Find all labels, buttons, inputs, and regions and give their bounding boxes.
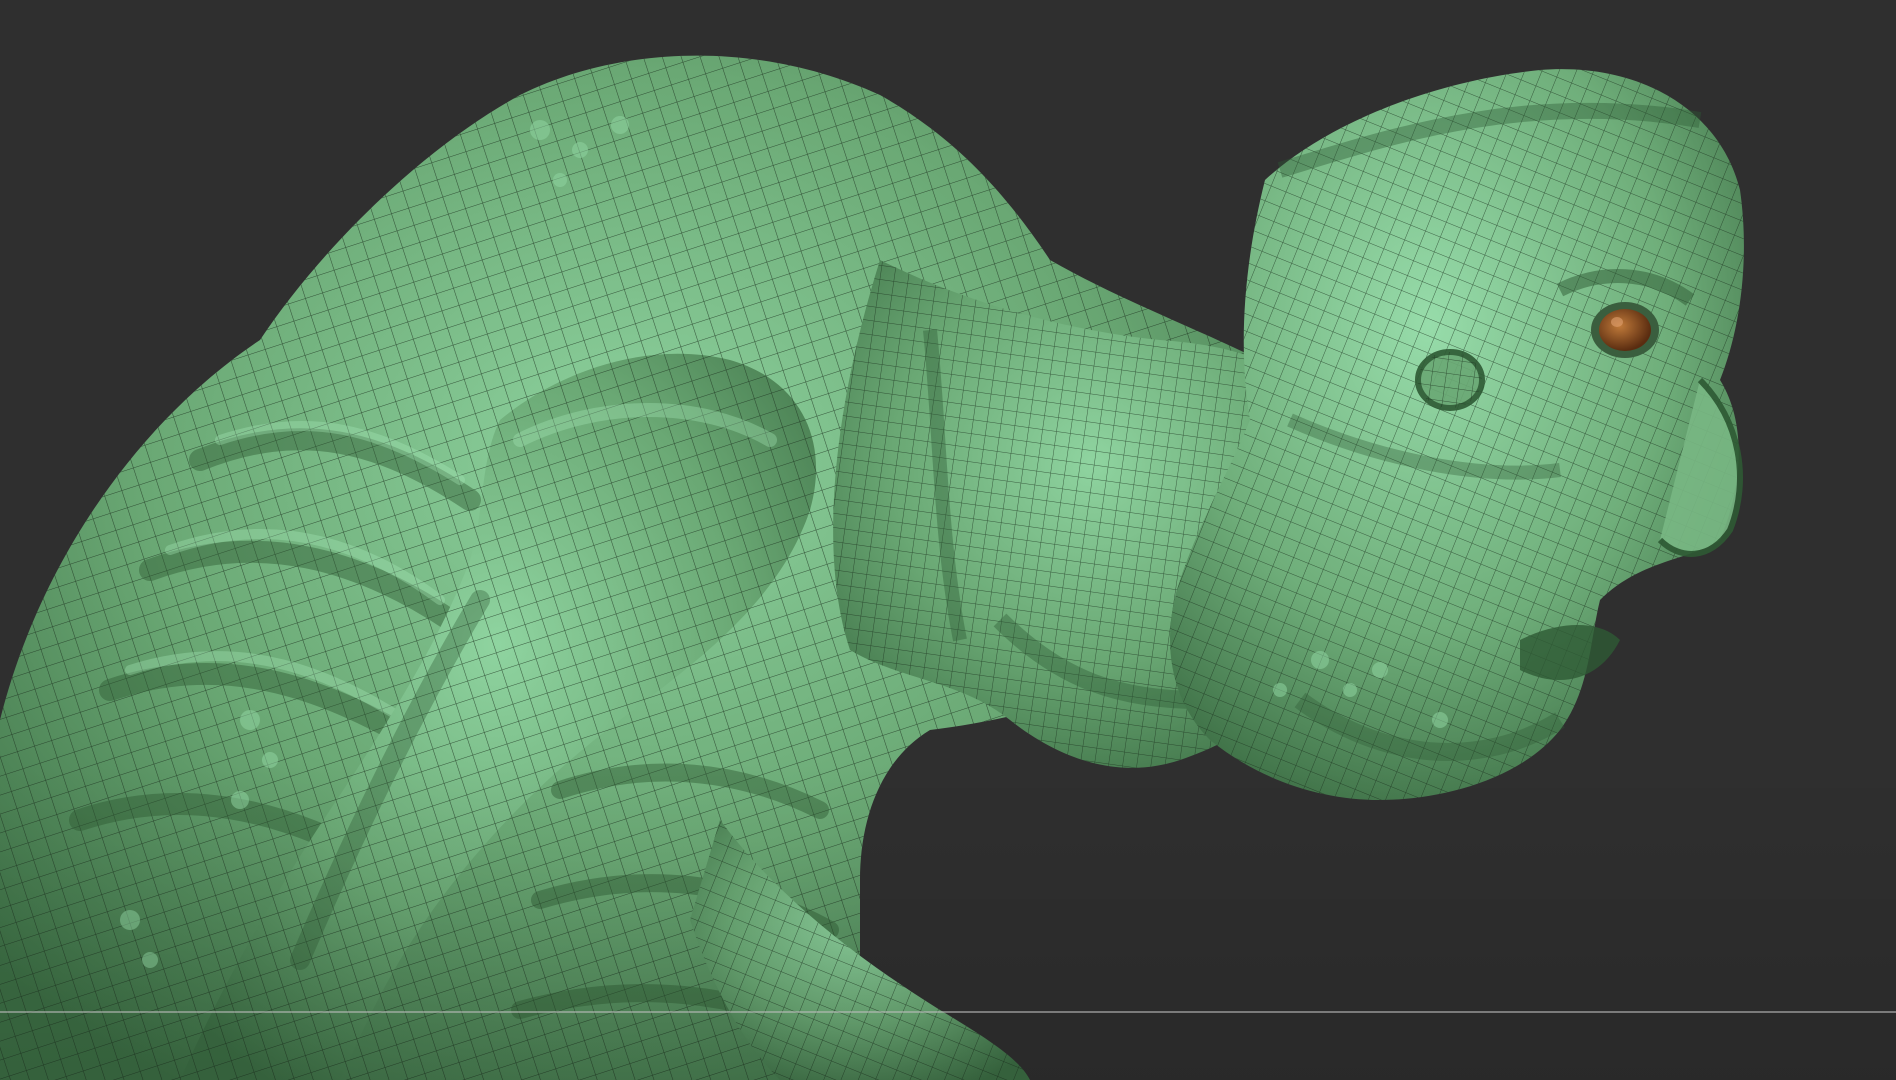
head (1170, 69, 1744, 800)
eye (1591, 302, 1659, 358)
3d-viewport[interactable] (0, 0, 1896, 1080)
floor-grid-line (0, 1011, 1896, 1013)
sculpt-model[interactable] (0, 0, 1896, 1080)
